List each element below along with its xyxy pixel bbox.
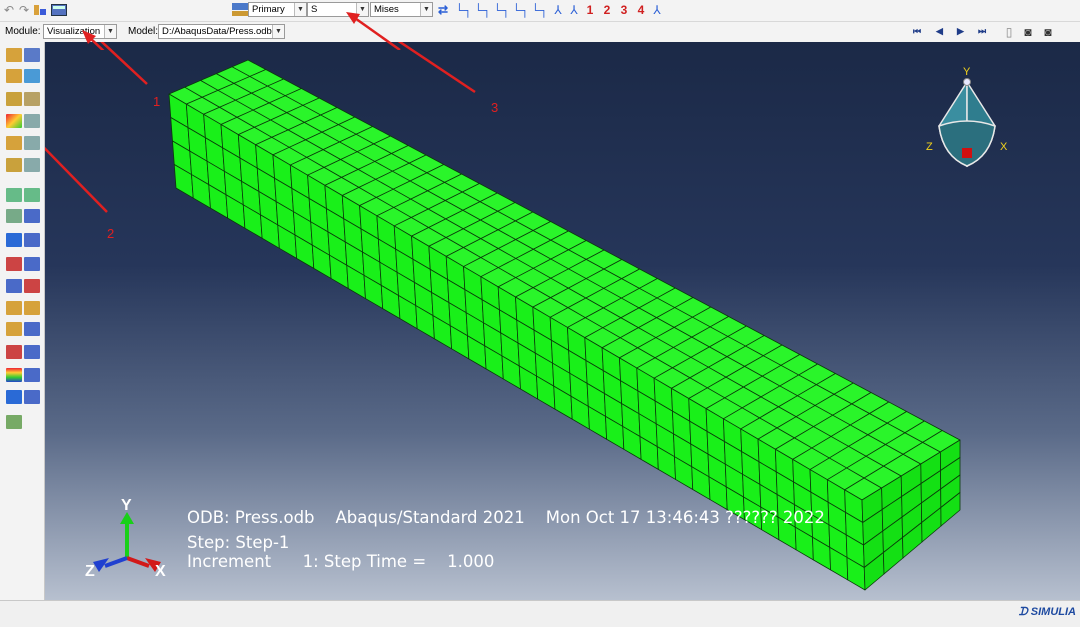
module-value: Visualization — [47, 26, 101, 37]
orientation-options-icon[interactable] — [24, 158, 40, 172]
stream-options-icon[interactable] — [24, 301, 40, 315]
view-iso-icon[interactable]: ⅄ — [550, 3, 566, 17]
overlay-plot-icon[interactable] — [6, 390, 22, 404]
animate-time-icon[interactable] — [24, 188, 40, 202]
step-3-button[interactable]: 3 — [617, 3, 631, 17]
invariant-dropdown[interactable]: Mises ▼ — [370, 2, 433, 17]
graphics-viewport[interactable]: Y Z X Y Z X ODB: Press.odb Abaqus/Standa… — [45, 42, 1080, 600]
simulia-icon: ᗪ — [1018, 606, 1028, 618]
material-orientation-icon[interactable] — [6, 158, 22, 172]
chevron-down-icon: ▼ — [294, 3, 306, 16]
xy-plot-icon[interactable] — [24, 279, 40, 293]
status-bar: ᗪ SIMULIA — [0, 600, 1080, 627]
context-bar: Module: Visualization ▼ Model: D:/Abaqus… — [0, 22, 1080, 43]
viewport-layout-icon[interactable] — [51, 3, 67, 17]
create-path-icon[interactable] — [6, 279, 22, 293]
triad-icon[interactable]: ⅄ — [567, 3, 581, 17]
variable-value: S — [311, 4, 318, 15]
top-toolbar: ↶ ↷ Primary ▼ S ▼ Mises ▼ ⇄ └┐ └┐ └┐ └┐ … — [0, 0, 1080, 22]
field-output-icon[interactable] — [232, 3, 248, 17]
redo-icon[interactable]: ↷ — [17, 3, 31, 17]
plot-deformed-icon[interactable] — [6, 69, 22, 83]
view-yz-icon[interactable]: └┐ — [493, 3, 510, 17]
annotation-1: 1 — [153, 94, 161, 109]
triad-x-label: X — [155, 563, 166, 580]
symbol-plot-icon[interactable] — [6, 136, 22, 150]
stream-plot-icon[interactable] — [6, 301, 22, 315]
module-label: Module: — [5, 26, 41, 37]
view-zx-icon[interactable]: └┐ — [531, 3, 548, 17]
step-info-line: Step: Step-1 — [187, 533, 290, 552]
movie-icon[interactable]: ◙ — [1041, 25, 1055, 39]
frame-select-icon[interactable]: ▯ — [1002, 25, 1016, 39]
primary-dropdown[interactable]: Primary ▼ — [248, 2, 307, 17]
chevron-down-icon: ▼ — [104, 25, 116, 38]
simulia-brand: SIMULIA — [1030, 606, 1076, 618]
symbol-options-icon[interactable] — [24, 136, 40, 150]
triad-y-label: Y — [121, 497, 132, 514]
view-cube-z-label: Z — [926, 141, 933, 153]
display-group-manager-icon[interactable] — [24, 322, 40, 336]
last-frame-icon[interactable]: ⏭ — [978, 26, 986, 37]
visualization-toolbox — [0, 42, 45, 600]
primary-value: Primary — [252, 4, 285, 15]
probe-values-icon[interactable] — [6, 233, 22, 247]
xy-options-icon[interactable] — [24, 257, 40, 271]
odb-info-line: ODB: Press.odb Abaqus/Standard 2021 Mon … — [187, 508, 825, 527]
camera-icon[interactable]: ◙ — [1021, 25, 1035, 39]
view-cube-y-label: Y — [963, 66, 971, 78]
next-frame-icon[interactable]: ▶ — [957, 26, 964, 37]
palette-icon[interactable] — [33, 3, 47, 17]
sync-options-icon[interactable]: ⇄ — [436, 3, 450, 17]
coordinate-triad: Y Z X — [85, 497, 166, 580]
model-label: Model: — [128, 26, 159, 37]
invariant-value: Mises — [374, 4, 399, 15]
free-body-options-icon[interactable] — [24, 345, 40, 359]
xy-data-manager-icon[interactable] — [6, 257, 22, 271]
step-1-button[interactable]: 1 — [583, 3, 597, 17]
query-icon[interactable] — [24, 233, 40, 247]
view-xy-icon[interactable]: └┐ — [455, 3, 472, 17]
contour-options-icon[interactable] — [24, 92, 40, 106]
plot-undeformed-icon[interactable] — [6, 48, 22, 62]
animate-scale-icon[interactable] — [6, 188, 22, 202]
simulia-logo: ᗪ SIMULIA — [1019, 606, 1076, 619]
chevron-down-icon: ▼ — [356, 3, 368, 16]
tool-icon[interactable] — [6, 415, 22, 429]
plot-legend-icon[interactable] — [24, 48, 40, 62]
display-group-icon[interactable] — [6, 322, 22, 336]
plot-options-icon[interactable] — [24, 69, 40, 83]
previous-frame-icon[interactable]: ◀ — [936, 26, 943, 37]
model-value: D:/AbaqusData/Press.odb — [162, 26, 272, 37]
view-cut-manager-icon[interactable] — [24, 368, 40, 382]
contour-deformed-icon[interactable] — [6, 114, 22, 128]
model-dropdown[interactable]: D:/AbaqusData/Press.odb ▼ — [158, 24, 285, 39]
triad-z-label: Z — [85, 563, 95, 580]
animation-options-icon[interactable] — [24, 209, 40, 223]
step-4-button[interactable]: 4 — [634, 3, 648, 17]
annotation-2: 2 — [107, 226, 115, 241]
plot-contours-icon[interactable] — [6, 92, 22, 106]
variable-dropdown[interactable]: S ▼ — [307, 2, 369, 17]
view-yx-icon[interactable]: └┐ — [474, 3, 491, 17]
free-body-icon[interactable] — [6, 345, 22, 359]
undo-icon[interactable]: ↶ — [2, 3, 16, 17]
module-dropdown[interactable]: Visualization ▼ — [43, 24, 117, 39]
chevron-down-icon: ▼ — [420, 3, 432, 16]
step-2-button[interactable]: 2 — [600, 3, 614, 17]
increment-info-line: Increment 1: Step Time = 1.000 — [187, 552, 495, 571]
view-cut-icon[interactable] — [6, 368, 22, 382]
view-zy-icon[interactable]: └┐ — [512, 3, 529, 17]
animate-harmonic-icon[interactable] — [6, 209, 22, 223]
first-frame-icon[interactable]: ⏮ — [913, 26, 921, 37]
view-cube-x-label: X — [1000, 141, 1008, 153]
chevron-down-icon: ▼ — [272, 25, 284, 38]
view-cube[interactable]: Y Z X — [923, 64, 1013, 184]
axis-triad-icon[interactable]: ⅄ — [650, 3, 664, 17]
overlay-options-icon[interactable] — [24, 390, 40, 404]
contour-list-icon[interactable] — [24, 114, 40, 128]
annotation-3: 3 — [491, 100, 499, 115]
